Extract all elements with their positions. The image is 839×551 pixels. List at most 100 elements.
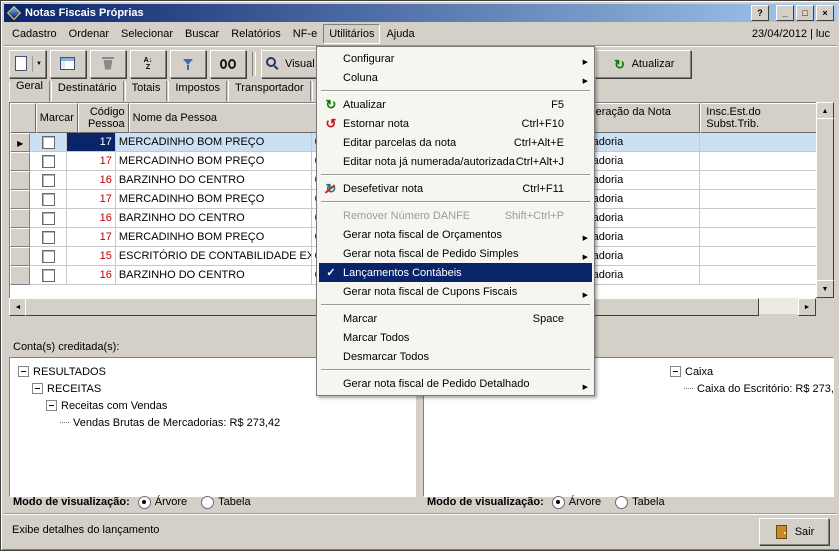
header-insc-est-subst-trib[interactable]: Insc.Est.doSubst.Trib. <box>700 103 817 133</box>
vertical-scrollbar[interactable] <box>816 102 832 298</box>
header-nome-pessoa[interactable]: Nome da Pessoa <box>129 103 321 133</box>
menubar-item-relatorios[interactable]: Relatórios <box>225 24 287 44</box>
row-selector[interactable] <box>10 152 30 171</box>
atualizar-button[interactable]: Atualizar <box>595 50 691 78</box>
menu-item-atualizar[interactable]: AtualizarF5 <box>319 95 592 114</box>
row-selector[interactable] <box>10 133 30 152</box>
menu-item-gerar-nota-fiscal-de-pedido-simples[interactable]: Gerar nota fiscal de Pedido Simples <box>319 244 592 263</box>
menu-item-desmarcar-todos[interactable]: Desmarcar Todos <box>319 347 592 366</box>
row-checkbox[interactable] <box>42 231 55 244</box>
marcar-cell[interactable] <box>30 190 67 209</box>
marcar-cell[interactable] <box>30 228 67 247</box>
menu-item-lancamentos-contabeis[interactable]: Lançamentos Contábeis <box>319 263 592 282</box>
submenu-arrow-icon <box>583 55 588 67</box>
codigo-pessoa-cell: 17 <box>67 152 116 171</box>
menu-item-label: Gerar nota fiscal de Orçamentos <box>343 229 502 241</box>
insc-cell <box>700 190 817 209</box>
arvore-radio[interactable] <box>552 496 565 509</box>
marcar-cell[interactable] <box>30 171 67 190</box>
tabela-option[interactable]: Tabela <box>201 496 250 509</box>
tree-collapse-icon[interactable] <box>32 383 43 394</box>
scroll-down-icon[interactable] <box>816 280 834 298</box>
menu-item-coluna[interactable]: Coluna <box>319 68 592 87</box>
menu-item-desefetivar-nota[interactable]: Desefetivar notaCtrl+F11 <box>319 179 592 198</box>
dropdown-arrow-icon[interactable]: ▼ <box>32 56 42 72</box>
menubar-item-nf-e[interactable]: NF-e <box>287 24 323 44</box>
toolbar-export-button[interactable] <box>50 50 86 78</box>
debit-mode-bar: Modo de visualização: Árvore Tabela <box>423 493 836 511</box>
codigo-pessoa-cell: 17 <box>67 228 116 247</box>
arvore-option[interactable]: Árvore <box>138 496 187 509</box>
marcar-cell[interactable] <box>30 209 67 228</box>
minimize-button[interactable]: _ <box>776 5 794 21</box>
menu-item-configurar[interactable]: Configurar <box>319 49 592 68</box>
toolbar-new-button[interactable]: ▼ <box>9 50 46 78</box>
row-selector[interactable] <box>10 228 30 247</box>
operacao-cell: cadoria <box>584 133 699 152</box>
tree-collapse-icon[interactable] <box>18 366 29 377</box>
toolbar-filter-button[interactable] <box>170 50 206 78</box>
marcar-cell[interactable] <box>30 133 67 152</box>
row-checkbox[interactable] <box>42 212 55 225</box>
row-checkbox[interactable] <box>42 155 55 168</box>
marcar-cell[interactable] <box>30 247 67 266</box>
header-marcar[interactable]: Marcar <box>36 103 78 133</box>
tabela-option[interactable]: Tabela <box>615 496 664 509</box>
menubar-item-cadastro[interactable]: Cadastro <box>6 24 63 44</box>
menu-item-editar-nota-ja-numerada-autorizada[interactable]: Editar nota já numerada/autorizadaCtrl+A… <box>319 152 592 171</box>
tree-item[interactable]: Receitas com Vendas <box>10 397 415 414</box>
tabela-radio[interactable] <box>201 496 214 509</box>
tab-impostos[interactable]: Impostos <box>168 81 227 102</box>
close-button[interactable]: × <box>816 5 834 21</box>
toolbar-find-button[interactable] <box>210 50 246 78</box>
maximize-button[interactable]: □ <box>796 5 814 21</box>
menubar-item-selecionar[interactable]: Selecionar <box>115 24 179 44</box>
vscroll-thumb[interactable] <box>816 118 834 284</box>
menu-item-editar-parcelas-da-nota[interactable]: Editar parcelas da notaCtrl+Alt+E <box>319 133 592 152</box>
row-checkbox[interactable] <box>42 193 55 206</box>
row-checkbox[interactable] <box>42 269 55 282</box>
tab-totais[interactable]: Totais <box>125 81 168 102</box>
tabela-radio[interactable] <box>615 496 628 509</box>
row-selector[interactable] <box>10 209 30 228</box>
row-selector[interactable] <box>10 266 30 285</box>
help-button[interactable]: ? <box>751 5 769 21</box>
tab-destinatario[interactable]: Destinatário <box>51 81 124 102</box>
row-checkbox[interactable] <box>42 174 55 187</box>
menubar-item-buscar[interactable]: Buscar <box>179 24 225 44</box>
arvore-radio[interactable] <box>138 496 151 509</box>
toolbar-sort-button[interactable] <box>130 50 166 78</box>
menu-item-gerar-nota-fiscal-de-pedido-detalhado[interactable]: Gerar nota fiscal de Pedido Detalhado <box>319 374 592 393</box>
menubar-item-utilitarios[interactable]: Utilitários <box>323 24 380 44</box>
menubar-item-ajuda[interactable]: Ajuda <box>380 24 420 44</box>
marcar-cell[interactable] <box>30 152 67 171</box>
menu-item-marcar-todos[interactable]: Marcar Todos <box>319 328 592 347</box>
sair-button[interactable]: Sair <box>759 518 829 545</box>
row-selector[interactable] <box>10 247 30 266</box>
menu-item-gerar-nota-fiscal-de-orcamentos[interactable]: Gerar nota fiscal de Orçamentos <box>319 225 592 244</box>
tree-item[interactable]: Vendas Brutas de Mercadorias: R$ 273,42 <box>10 414 415 431</box>
arvore-option[interactable]: Árvore <box>552 496 601 509</box>
row-checkbox[interactable] <box>42 136 55 149</box>
menu-item-gerar-nota-fiscal-de-cupons-fiscais[interactable]: Gerar nota fiscal de Cupons Fiscais <box>319 282 592 301</box>
operacao-cell: cadoria <box>584 209 699 228</box>
row-checkbox[interactable] <box>42 250 55 263</box>
menu-item-estornar-nota[interactable]: Estornar notaCtrl+F10 <box>319 114 592 133</box>
scroll-right-icon[interactable] <box>798 298 816 316</box>
menu-shortcut: Shift+Ctrl+P <box>505 210 576 222</box>
tree-collapse-icon[interactable] <box>46 400 57 411</box>
tree-collapse-icon[interactable] <box>670 366 681 377</box>
toolbar-delete-button[interactable] <box>90 50 126 78</box>
header-operacao-da-nota[interactable]: peração da Nota <box>586 103 701 133</box>
titlebar[interactable]: Notas Fiscais Próprias ? _ □ × <box>4 4 837 22</box>
row-selector[interactable] <box>10 171 30 190</box>
row-selector[interactable] <box>10 190 30 209</box>
menubar-item-ordenar[interactable]: Ordenar <box>63 24 115 44</box>
header-codigo-pessoa[interactable]: CódigoPessoa <box>78 103 129 133</box>
tab-geral[interactable]: Geral <box>9 81 50 102</box>
insc-cell <box>700 247 817 266</box>
mode-label: Modo de visualização: <box>13 496 130 508</box>
menu-item-marcar[interactable]: MarcarSpace <box>319 309 592 328</box>
marcar-cell[interactable] <box>30 266 67 285</box>
tab-transportador[interactable]: Transportador <box>228 81 311 102</box>
